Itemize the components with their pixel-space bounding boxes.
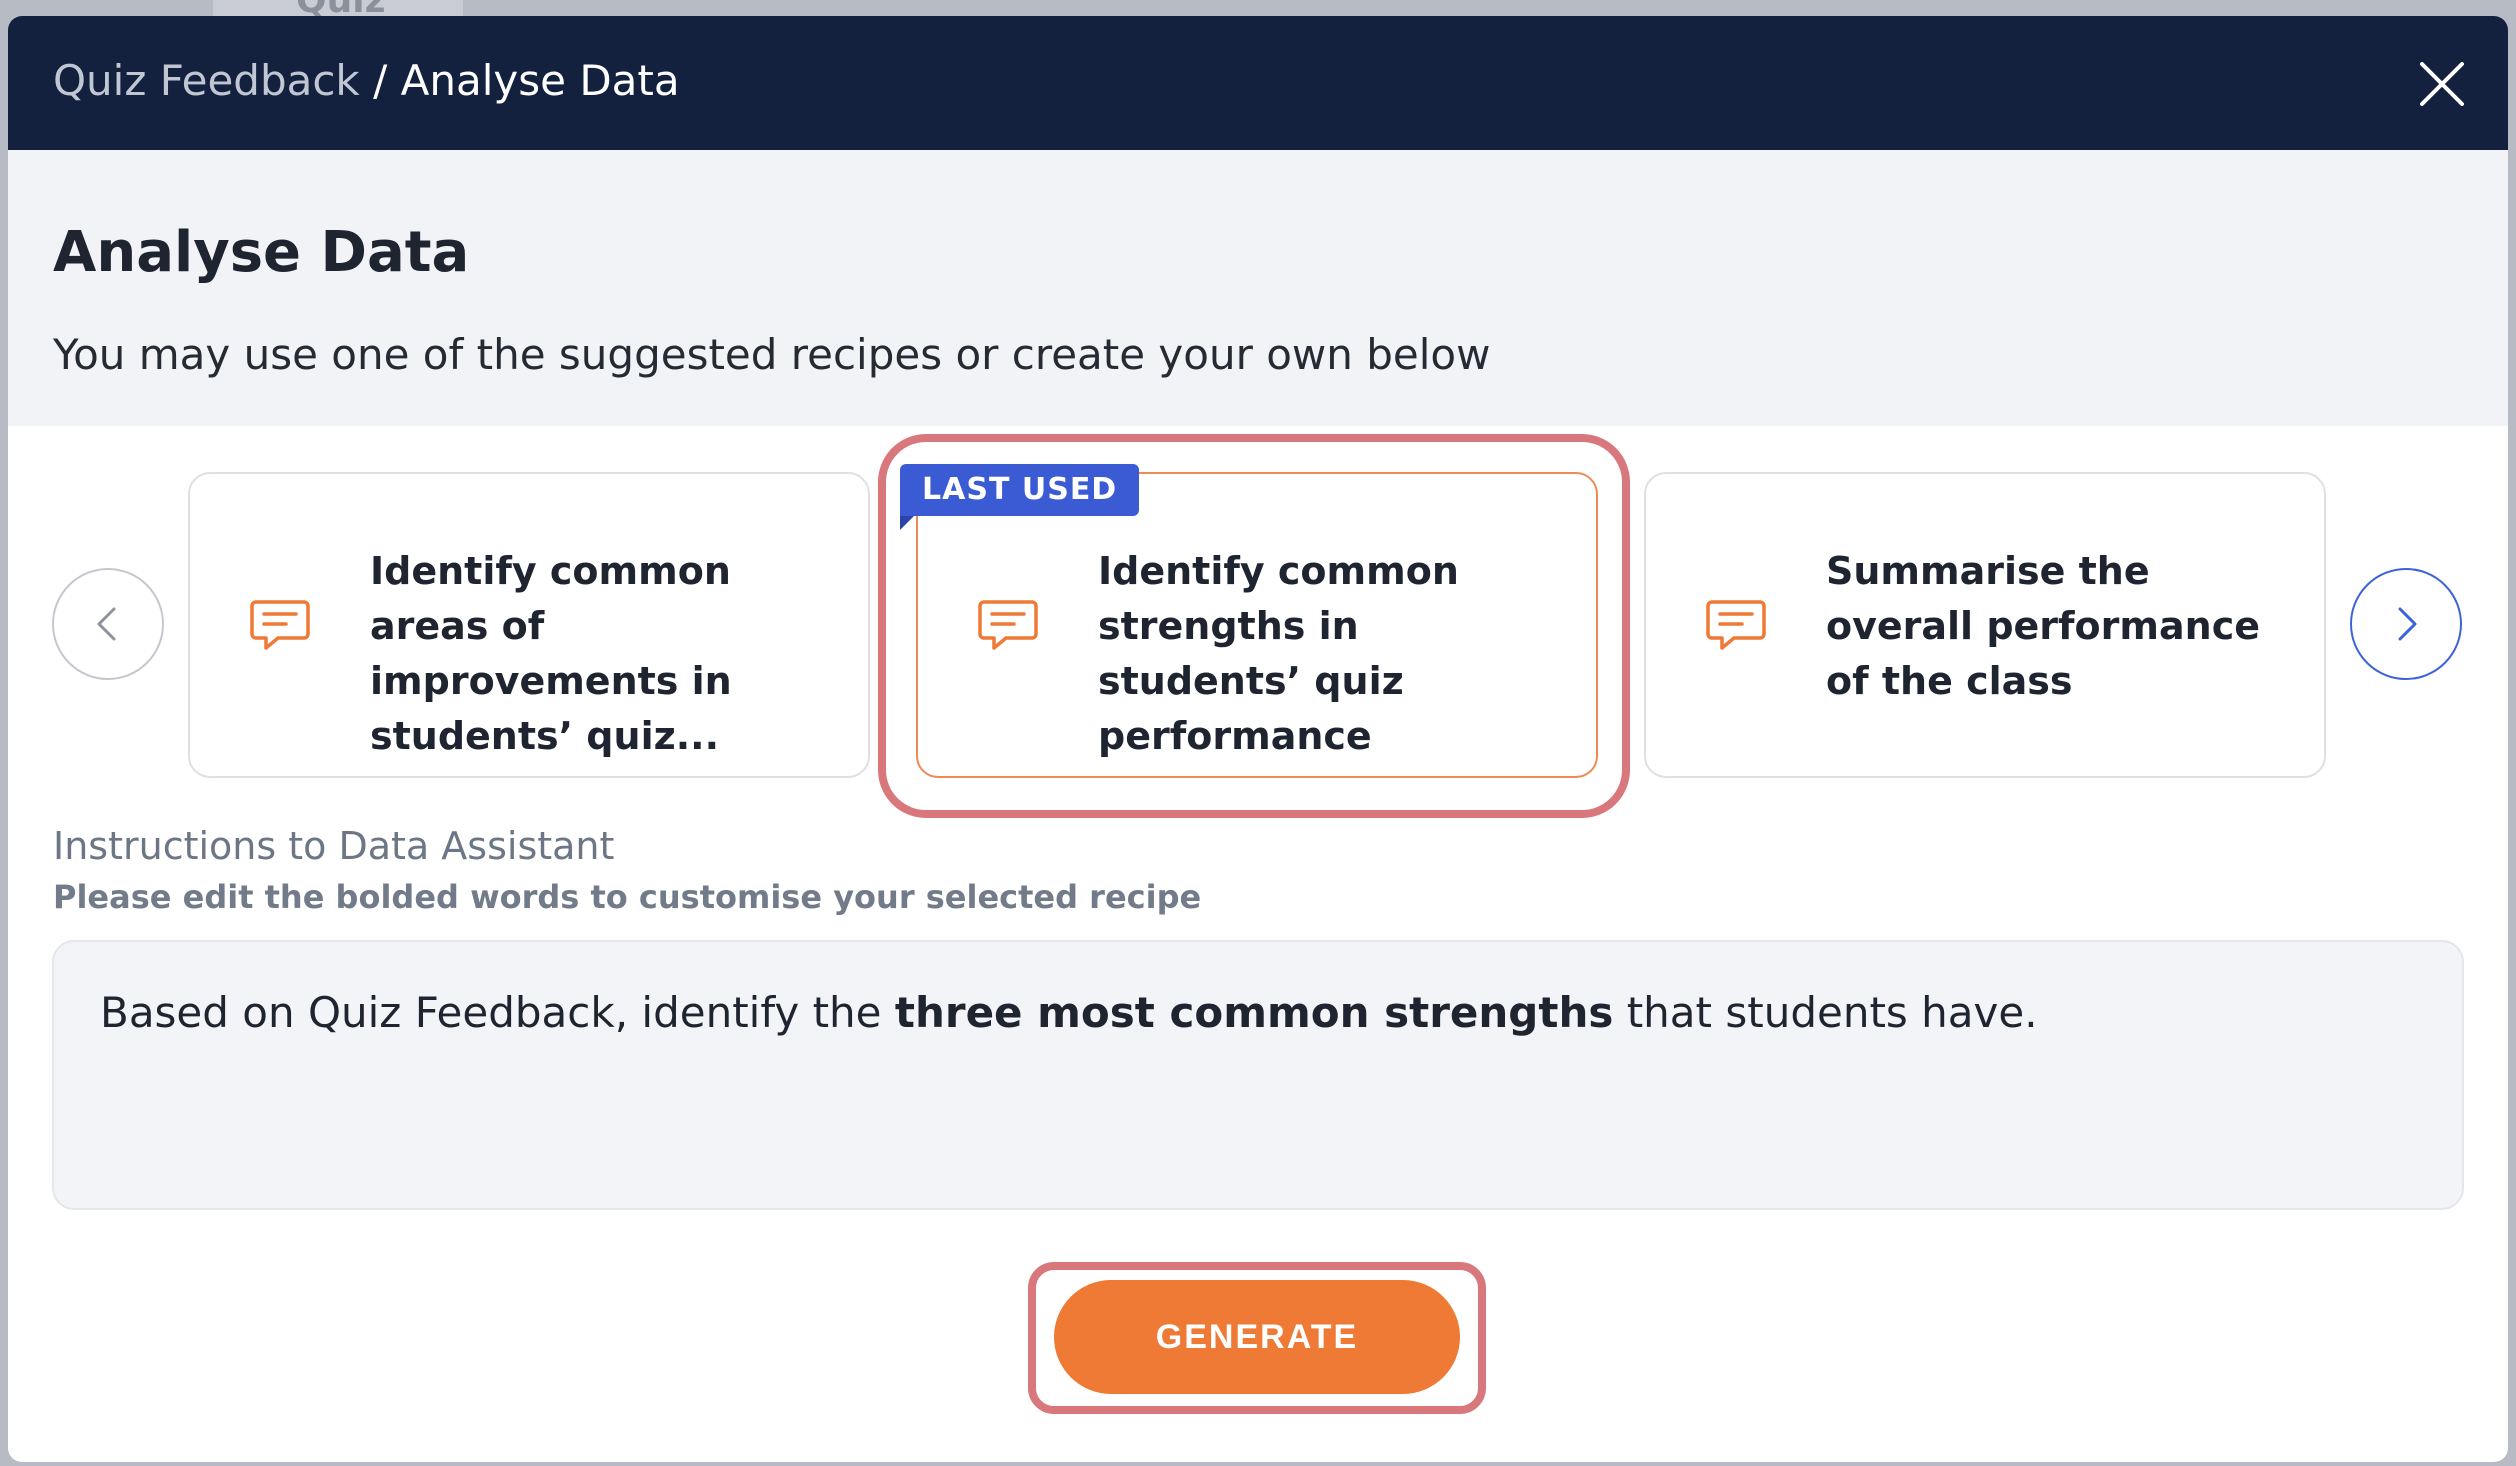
breadcrumb-parent[interactable]: Quiz Feedback (53, 56, 360, 105)
chevron-left-icon (97, 607, 116, 641)
comment-icon (978, 600, 1038, 650)
instructions-subtitle: Please edit the bolded words to customis… (53, 878, 1202, 916)
recipe-card-improvements[interactable]: Identify common areas of improvements in… (188, 472, 870, 778)
prompt-prefix: Based on Quiz Feedback, identify the (100, 988, 895, 1037)
recipe-card-label: Summarise the overall performance of the… (1826, 549, 2260, 703)
intro-section: Analyse Data You may use one of the sugg… (8, 150, 2508, 426)
breadcrumb: Quiz Feedback / Analyse Data (53, 56, 680, 105)
recipe-card-strengths[interactable]: Identify common strengths in students’ q… (916, 472, 1598, 778)
generate-button[interactable]: GENERATE (1054, 1280, 1460, 1394)
breadcrumb-separator: / (373, 56, 388, 105)
prompt-editable-phrase[interactable]: three most common strengths (895, 988, 1613, 1037)
prompt-text[interactable]: Based on Quiz Feedback, identify the thr… (100, 988, 2038, 1037)
prompt-editor[interactable]: Based on Quiz Feedback, identify the thr… (52, 940, 2464, 1210)
carousel-prev-button[interactable] (52, 568, 164, 680)
close-button[interactable] (2414, 56, 2470, 112)
page-description: You may use one of the suggested recipes… (53, 330, 1491, 379)
close-icon (2420, 62, 2464, 106)
instructions-title: Instructions to Data Assistant (53, 824, 615, 868)
prompt-suffix: that students have. (1613, 988, 2038, 1037)
breadcrumb-current: Analyse Data (400, 56, 680, 105)
comment-icon (1706, 600, 1766, 650)
recipe-card-label: Identify common areas of improvements in… (370, 549, 732, 758)
badge-tail (900, 516, 914, 530)
comment-icon (250, 600, 310, 650)
chevron-right-icon (2398, 607, 2417, 641)
last-used-badge: LAST USED (900, 464, 1140, 516)
recipe-card-summary[interactable]: Summarise the overall performance of the… (1644, 472, 2326, 778)
analyse-data-modal: Quiz Feedback / Analyse Data Analyse Dat… (8, 16, 2508, 1462)
page-title: Analyse Data (53, 220, 470, 285)
carousel-next-button[interactable] (2350, 568, 2462, 680)
modal-header: Quiz Feedback / Analyse Data (8, 16, 2508, 150)
recipe-card-label: Identify common strengths in students’ q… (1098, 549, 1459, 758)
